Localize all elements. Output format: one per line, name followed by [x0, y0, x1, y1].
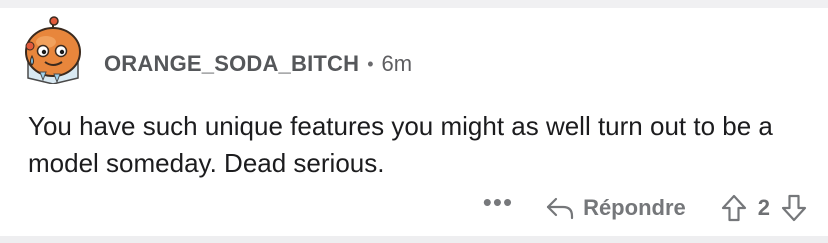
reply-arrow-icon [546, 197, 574, 220]
comment: ORANGE_SODA_BITCH • 6m You have such uni… [0, 8, 828, 236]
more-options-button[interactable]: ••• [483, 189, 513, 215]
reply-button[interactable]: Répondre [545, 195, 686, 221]
top-separator [0, 0, 828, 8]
username-link[interactable]: ORANGE_SODA_BITCH [104, 51, 359, 77]
snoo-avatar-icon [25, 16, 81, 85]
comment-body: You have such unique features you might … [28, 111, 773, 178]
timestamp[interactable]: 6m [382, 51, 413, 77]
vote-controls: 2 [720, 193, 808, 223]
comment-meta: ORANGE_SODA_BITCH • 6m [104, 49, 412, 79]
arrow-down-icon[interactable] [780, 193, 808, 223]
comment-actions: ••• Répondre 2 [483, 188, 808, 228]
arrow-up-icon[interactable] [720, 193, 748, 223]
meta-separator: • [367, 53, 374, 74]
avatar[interactable] [18, 16, 88, 85]
reply-label: Répondre [583, 195, 686, 220]
vote-score: 2 [757, 195, 770, 220]
bottom-separator [0, 236, 828, 243]
